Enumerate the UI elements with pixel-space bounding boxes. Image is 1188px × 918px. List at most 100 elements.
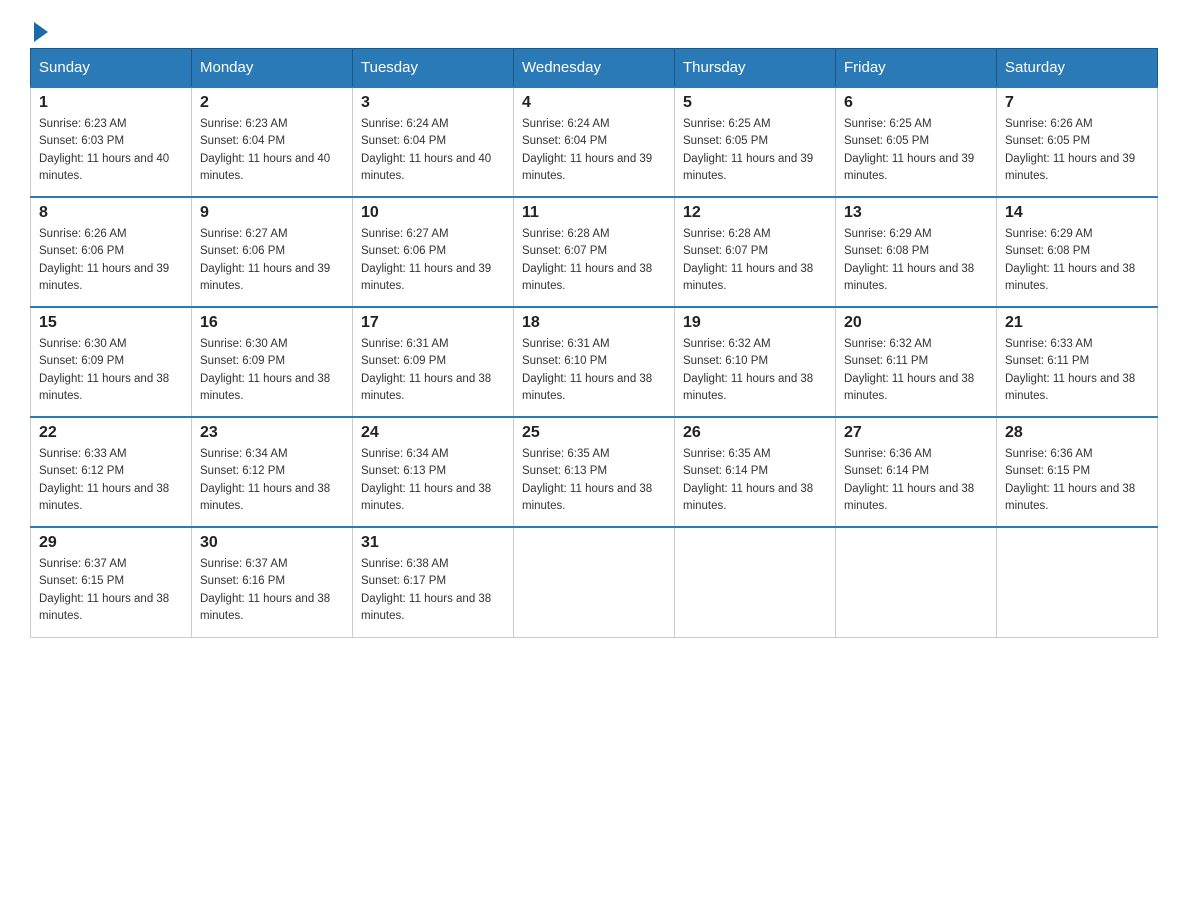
day-info: Sunrise: 6:32 AM Sunset: 6:10 PM Dayligh… xyxy=(683,336,827,405)
page-header xyxy=(30,20,1158,38)
day-info: Sunrise: 6:30 AM Sunset: 6:09 PM Dayligh… xyxy=(200,336,344,405)
day-info: Sunrise: 6:26 AM Sunset: 6:05 PM Dayligh… xyxy=(1005,116,1149,185)
day-number: 8 xyxy=(39,204,183,222)
calendar-cell: 13 Sunrise: 6:29 AM Sunset: 6:08 PM Dayl… xyxy=(836,197,997,307)
calendar-cell: 29 Sunrise: 6:37 AM Sunset: 6:15 PM Dayl… xyxy=(31,527,192,637)
calendar-cell: 19 Sunrise: 6:32 AM Sunset: 6:10 PM Dayl… xyxy=(675,307,836,417)
day-info: Sunrise: 6:25 AM Sunset: 6:05 PM Dayligh… xyxy=(844,116,988,185)
day-number: 14 xyxy=(1005,204,1149,222)
calendar-header-friday: Friday xyxy=(836,49,997,88)
calendar-cell: 3 Sunrise: 6:24 AM Sunset: 6:04 PM Dayli… xyxy=(353,87,514,197)
day-number: 16 xyxy=(200,314,344,332)
calendar-cell: 12 Sunrise: 6:28 AM Sunset: 6:07 PM Dayl… xyxy=(675,197,836,307)
day-number: 17 xyxy=(361,314,505,332)
calendar-header-sunday: Sunday xyxy=(31,49,192,88)
logo xyxy=(30,20,48,38)
day-number: 19 xyxy=(683,314,827,332)
day-info: Sunrise: 6:29 AM Sunset: 6:08 PM Dayligh… xyxy=(844,226,988,295)
day-info: Sunrise: 6:35 AM Sunset: 6:13 PM Dayligh… xyxy=(522,446,666,515)
calendar-week-row: 15 Sunrise: 6:30 AM Sunset: 6:09 PM Dayl… xyxy=(31,307,1158,417)
calendar-week-row: 22 Sunrise: 6:33 AM Sunset: 6:12 PM Dayl… xyxy=(31,417,1158,527)
calendar-cell: 16 Sunrise: 6:30 AM Sunset: 6:09 PM Dayl… xyxy=(192,307,353,417)
calendar-cell: 25 Sunrise: 6:35 AM Sunset: 6:13 PM Dayl… xyxy=(514,417,675,527)
day-number: 3 xyxy=(361,94,505,112)
calendar-week-row: 8 Sunrise: 6:26 AM Sunset: 6:06 PM Dayli… xyxy=(31,197,1158,307)
calendar-cell: 6 Sunrise: 6:25 AM Sunset: 6:05 PM Dayli… xyxy=(836,87,997,197)
calendar-header-monday: Monday xyxy=(192,49,353,88)
day-number: 23 xyxy=(200,424,344,442)
day-info: Sunrise: 6:24 AM Sunset: 6:04 PM Dayligh… xyxy=(361,116,505,185)
day-info: Sunrise: 6:26 AM Sunset: 6:06 PM Dayligh… xyxy=(39,226,183,295)
day-info: Sunrise: 6:28 AM Sunset: 6:07 PM Dayligh… xyxy=(683,226,827,295)
day-number: 20 xyxy=(844,314,988,332)
day-info: Sunrise: 6:35 AM Sunset: 6:14 PM Dayligh… xyxy=(683,446,827,515)
day-info: Sunrise: 6:36 AM Sunset: 6:15 PM Dayligh… xyxy=(1005,446,1149,515)
calendar-week-row: 29 Sunrise: 6:37 AM Sunset: 6:15 PM Dayl… xyxy=(31,527,1158,637)
calendar-cell: 30 Sunrise: 6:37 AM Sunset: 6:16 PM Dayl… xyxy=(192,527,353,637)
day-info: Sunrise: 6:34 AM Sunset: 6:13 PM Dayligh… xyxy=(361,446,505,515)
calendar-cell: 26 Sunrise: 6:35 AM Sunset: 6:14 PM Dayl… xyxy=(675,417,836,527)
day-info: Sunrise: 6:33 AM Sunset: 6:11 PM Dayligh… xyxy=(1005,336,1149,405)
calendar-cell xyxy=(514,527,675,637)
calendar-cell: 10 Sunrise: 6:27 AM Sunset: 6:06 PM Dayl… xyxy=(353,197,514,307)
calendar-header-saturday: Saturday xyxy=(997,49,1158,88)
day-number: 5 xyxy=(683,94,827,112)
day-number: 13 xyxy=(844,204,988,222)
day-number: 4 xyxy=(522,94,666,112)
calendar-cell xyxy=(997,527,1158,637)
calendar-header-row: SundayMondayTuesdayWednesdayThursdayFrid… xyxy=(31,49,1158,88)
day-number: 1 xyxy=(39,94,183,112)
day-info: Sunrise: 6:27 AM Sunset: 6:06 PM Dayligh… xyxy=(361,226,505,295)
calendar-cell: 11 Sunrise: 6:28 AM Sunset: 6:07 PM Dayl… xyxy=(514,197,675,307)
day-number: 21 xyxy=(1005,314,1149,332)
calendar-cell: 8 Sunrise: 6:26 AM Sunset: 6:06 PM Dayli… xyxy=(31,197,192,307)
calendar-cell: 2 Sunrise: 6:23 AM Sunset: 6:04 PM Dayli… xyxy=(192,87,353,197)
calendar-cell: 1 Sunrise: 6:23 AM Sunset: 6:03 PM Dayli… xyxy=(31,87,192,197)
calendar-header-tuesday: Tuesday xyxy=(353,49,514,88)
day-number: 30 xyxy=(200,534,344,552)
day-number: 24 xyxy=(361,424,505,442)
day-info: Sunrise: 6:37 AM Sunset: 6:15 PM Dayligh… xyxy=(39,556,183,625)
day-info: Sunrise: 6:37 AM Sunset: 6:16 PM Dayligh… xyxy=(200,556,344,625)
day-info: Sunrise: 6:38 AM Sunset: 6:17 PM Dayligh… xyxy=(361,556,505,625)
day-number: 29 xyxy=(39,534,183,552)
day-number: 9 xyxy=(200,204,344,222)
calendar-header-thursday: Thursday xyxy=(675,49,836,88)
day-info: Sunrise: 6:25 AM Sunset: 6:05 PM Dayligh… xyxy=(683,116,827,185)
calendar-cell: 15 Sunrise: 6:30 AM Sunset: 6:09 PM Dayl… xyxy=(31,307,192,417)
calendar-cell: 14 Sunrise: 6:29 AM Sunset: 6:08 PM Dayl… xyxy=(997,197,1158,307)
day-info: Sunrise: 6:24 AM Sunset: 6:04 PM Dayligh… xyxy=(522,116,666,185)
calendar-cell: 18 Sunrise: 6:31 AM Sunset: 6:10 PM Dayl… xyxy=(514,307,675,417)
calendar-table: SundayMondayTuesdayWednesdayThursdayFrid… xyxy=(30,48,1158,638)
day-info: Sunrise: 6:31 AM Sunset: 6:09 PM Dayligh… xyxy=(361,336,505,405)
day-number: 6 xyxy=(844,94,988,112)
day-info: Sunrise: 6:23 AM Sunset: 6:03 PM Dayligh… xyxy=(39,116,183,185)
day-number: 11 xyxy=(522,204,666,222)
day-number: 2 xyxy=(200,94,344,112)
day-info: Sunrise: 6:31 AM Sunset: 6:10 PM Dayligh… xyxy=(522,336,666,405)
calendar-cell: 28 Sunrise: 6:36 AM Sunset: 6:15 PM Dayl… xyxy=(997,417,1158,527)
calendar-cell: 4 Sunrise: 6:24 AM Sunset: 6:04 PM Dayli… xyxy=(514,87,675,197)
day-info: Sunrise: 6:36 AM Sunset: 6:14 PM Dayligh… xyxy=(844,446,988,515)
day-info: Sunrise: 6:29 AM Sunset: 6:08 PM Dayligh… xyxy=(1005,226,1149,295)
day-number: 28 xyxy=(1005,424,1149,442)
calendar-cell: 21 Sunrise: 6:33 AM Sunset: 6:11 PM Dayl… xyxy=(997,307,1158,417)
calendar-cell: 24 Sunrise: 6:34 AM Sunset: 6:13 PM Dayl… xyxy=(353,417,514,527)
calendar-cell xyxy=(836,527,997,637)
calendar-cell: 9 Sunrise: 6:27 AM Sunset: 6:06 PM Dayli… xyxy=(192,197,353,307)
calendar-header-wednesday: Wednesday xyxy=(514,49,675,88)
day-number: 12 xyxy=(683,204,827,222)
day-number: 18 xyxy=(522,314,666,332)
calendar-week-row: 1 Sunrise: 6:23 AM Sunset: 6:03 PM Dayli… xyxy=(31,87,1158,197)
day-number: 10 xyxy=(361,204,505,222)
day-number: 26 xyxy=(683,424,827,442)
day-number: 27 xyxy=(844,424,988,442)
day-number: 22 xyxy=(39,424,183,442)
calendar-cell xyxy=(675,527,836,637)
day-number: 25 xyxy=(522,424,666,442)
day-number: 15 xyxy=(39,314,183,332)
day-info: Sunrise: 6:23 AM Sunset: 6:04 PM Dayligh… xyxy=(200,116,344,185)
day-number: 31 xyxy=(361,534,505,552)
day-info: Sunrise: 6:34 AM Sunset: 6:12 PM Dayligh… xyxy=(200,446,344,515)
calendar-cell: 7 Sunrise: 6:26 AM Sunset: 6:05 PM Dayli… xyxy=(997,87,1158,197)
